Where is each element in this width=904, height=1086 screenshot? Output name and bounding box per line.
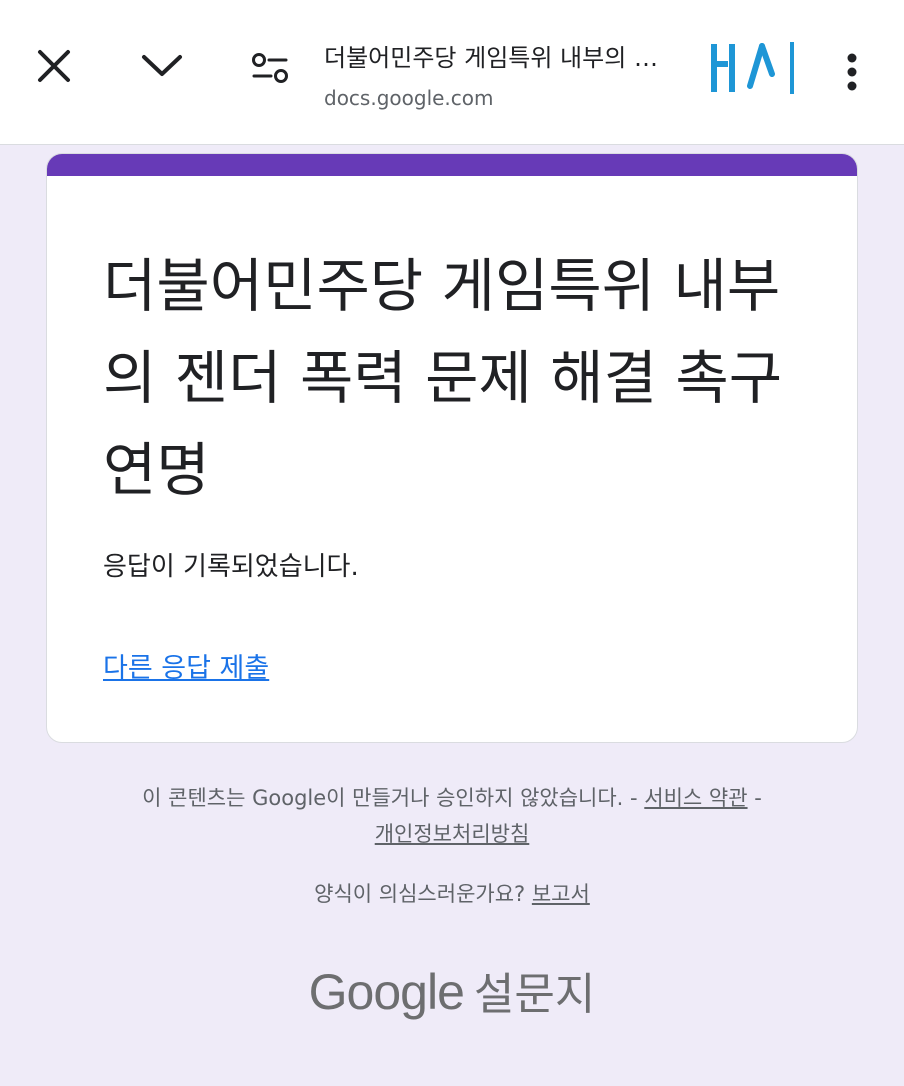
report-link[interactable]: 보고서: [532, 882, 590, 906]
browser-top-bar: 더불어민주당 게임특위 내부의 젠더 폭력 문제 해결 촉구 연명 docs.g…: [0, 0, 904, 145]
chevron-down-icon: [142, 55, 182, 76]
report-abuse-line: 양식이 의심스러운가요? 보고서: [0, 878, 904, 908]
submit-another-response-link[interactable]: 다른 응답 제출: [103, 646, 269, 685]
privacy-policy-link[interactable]: 개인정보처리방침: [375, 822, 530, 846]
terms-of-service-link[interactable]: 서비스 약관: [644, 786, 747, 810]
form-card: 더불어민주당 게임특위 내부의 젠더 폭력 문제 해결 촉구 연명 응답이 기록…: [46, 153, 858, 743]
google-wordmark: Google: [308, 964, 465, 1020]
disclaimer-text: 이 콘텐츠는 Google이 만들거나 승인하지 않았습니다.: [142, 786, 624, 810]
brand-logo[interactable]: [706, 38, 798, 98]
card-accent-bar: [47, 154, 857, 176]
confirmation-message: 응답이 기록되었습니다.: [103, 552, 359, 582]
forms-wordmark: 설문지: [473, 969, 596, 1020]
tune-icon: [252, 53, 288, 83]
form-title: 더불어민주당 게임특위 내부의 젠더 폭력 문제 해결 촉구 연명: [103, 252, 783, 504]
separator: -: [747, 786, 762, 810]
page-title: 더불어민주당 게임특위 내부의 젠더 폭력 문제 해결 촉구 연명: [324, 44, 674, 72]
separator: -: [623, 786, 645, 810]
close-icon: [38, 50, 70, 82]
more-vert-icon: [847, 53, 857, 91]
close-button[interactable]: [22, 34, 86, 98]
google-forms-logo[interactable]: Google 설문지: [0, 958, 904, 1022]
more-menu-button[interactable]: [826, 40, 878, 104]
page-info-button[interactable]: [240, 38, 300, 98]
footer-disclaimer: 이 콘텐츠는 Google이 만들거나 승인하지 않았습니다. - 서비스 약관…: [0, 780, 904, 852]
expand-button[interactable]: [130, 34, 194, 98]
suspicious-question: 양식이 의심스러운가요?: [314, 882, 532, 906]
page-url: docs.google.com: [324, 86, 494, 110]
